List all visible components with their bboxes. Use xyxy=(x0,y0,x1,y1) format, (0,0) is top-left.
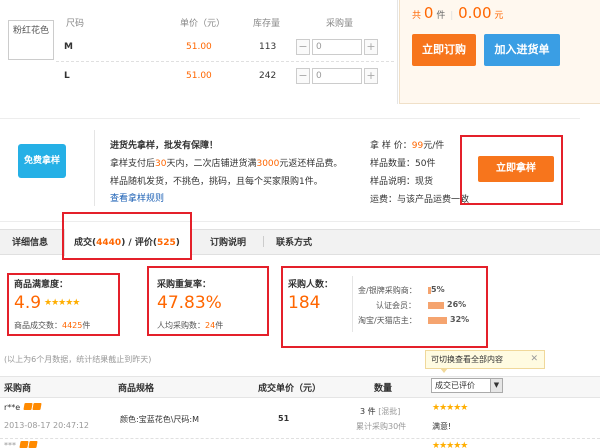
value: 50 xyxy=(415,159,427,169)
value: 与该产品运费一致 xyxy=(397,195,470,205)
stock-header: 库存量 xyxy=(253,19,281,29)
value: 99 xyxy=(411,141,424,151)
price-header: 单价（元） xyxy=(180,19,226,29)
deal-qty: 3 件 [混批] xyxy=(360,406,400,417)
tooltip-text: 可切换查看全部内容 xyxy=(431,355,503,364)
col-qty: 数量 xyxy=(374,384,393,394)
color-option[interactable]: 粉红花色 xyxy=(8,20,54,60)
diamond-icon xyxy=(23,403,33,410)
highlight-frame xyxy=(281,266,488,348)
purchase-time: 2013-08-17 20:47:12 xyxy=(4,421,89,430)
sample-rules-link[interactable]: 查看拿样规则 xyxy=(110,191,164,204)
close-icon[interactable]: ✕ xyxy=(530,351,538,368)
label: 拿 样 价： xyxy=(370,141,412,151)
size-value: L xyxy=(64,71,70,81)
summary-currency: 元 xyxy=(494,11,504,21)
days-value: 30 xyxy=(155,159,167,169)
divider xyxy=(94,130,95,206)
diamond-icon xyxy=(27,441,38,448)
add-to-cart-button[interactable]: 加入进货单 xyxy=(484,34,560,66)
diamond-icon xyxy=(18,441,29,448)
col-price: 成交单价（元） xyxy=(258,384,322,394)
buyer-name: r**e xyxy=(4,403,42,412)
highlight-frame xyxy=(62,212,192,260)
order-now-button[interactable]: 立即订购 xyxy=(412,34,476,66)
decrease-button[interactable]: − xyxy=(296,68,310,84)
summary-amount: 0.00 xyxy=(458,4,492,22)
text: 拿样支付后 xyxy=(110,159,156,169)
value: 现货 xyxy=(415,177,434,187)
quantity-input[interactable]: 0 xyxy=(312,39,362,55)
total-purchased: 累计采购30件 xyxy=(356,422,407,431)
rating-stars: ★★★★★ xyxy=(432,441,468,448)
size-value: M xyxy=(64,42,73,52)
sku-row: M 51.00 113 − 0 + xyxy=(56,34,394,62)
sample-shipping: 运费：与该产品运费一致 xyxy=(370,192,469,205)
quantity-stepper: − 0 + xyxy=(296,68,378,84)
sample-title: 进货先拿样，批发有保障！ xyxy=(110,141,219,151)
free-sample-badge: 免费拿样 xyxy=(18,144,66,178)
sku-row: L 51.00 242 − 0 + xyxy=(56,63,394,91)
filter-value: 成交已评价 xyxy=(435,381,475,390)
tab-details[interactable]: 详细信息 xyxy=(12,235,48,248)
review-filter-select[interactable]: 成交已评价 ▼ xyxy=(431,378,503,393)
increase-button[interactable]: + xyxy=(364,68,378,84)
spec-value: 颜色:宝蓝花色\尺码:M xyxy=(120,415,199,424)
highlight-frame xyxy=(147,266,269,336)
buyer-text: *** xyxy=(4,441,16,448)
increase-button[interactable]: + xyxy=(364,39,378,55)
deal-price: 51 xyxy=(278,414,290,423)
text: 元返还样品费。 xyxy=(279,159,343,169)
tab-contact[interactable]: 联系方式 xyxy=(276,235,312,248)
stock-value: 113 xyxy=(259,42,277,52)
buyer-name: *** xyxy=(4,441,38,448)
sample-rule-line: 样品随机发货，不挑色，挑码，且每个买家限购1件。 xyxy=(110,177,323,187)
sample-quantity: 样品数量：50件 xyxy=(370,156,435,169)
table-row xyxy=(0,399,600,439)
tooltip: 可切换查看全部内容 ✕ xyxy=(425,350,545,373)
data-range-note: (以上为6个月数据，统计结果截止到昨天) xyxy=(4,355,152,364)
buyer-text: r**e xyxy=(4,403,21,412)
summary-count: 0 xyxy=(423,4,434,22)
col-spec: 商品规格 xyxy=(118,384,155,394)
quantity-stepper: − 0 + xyxy=(296,39,378,55)
label: 样品说明： xyxy=(370,177,416,187)
sample-price: 拿 样 价：99元/件 xyxy=(370,138,444,151)
tab-divider xyxy=(263,236,264,247)
diamond-icon xyxy=(32,403,42,410)
sample-description: 样品说明：现货 xyxy=(370,174,433,187)
mixed-tag: [混批] xyxy=(378,407,401,416)
order-summary: 共 0 件 | 0.00 元 xyxy=(412,4,503,22)
quantity-input[interactable]: 0 xyxy=(312,68,362,84)
tab-order-info[interactable]: 订购说明 xyxy=(210,235,246,248)
summary-prefix: 共 xyxy=(412,11,422,21)
qty-header: 采购量 xyxy=(326,19,354,29)
stock-value: 242 xyxy=(259,71,277,81)
label: 样品数量： xyxy=(370,159,416,169)
highlight-frame xyxy=(7,273,120,336)
amount-value: 3000 xyxy=(256,159,280,169)
unit: 件 xyxy=(426,159,436,169)
size-header: 尺码 xyxy=(66,19,85,29)
highlight-frame xyxy=(460,135,563,205)
sample-rebate-line: 拿样支付后30天内，二次店铺进货满3000元返还样品费。 xyxy=(110,156,342,169)
tooltip-arrow xyxy=(440,368,448,373)
decrease-button[interactable]: − xyxy=(296,39,310,55)
chevron-down-icon: ▼ xyxy=(490,379,502,392)
rating-stars: ★★★★★ xyxy=(432,403,468,413)
qty-text: 3 件 xyxy=(360,407,376,416)
summary-divider: | xyxy=(450,11,454,21)
unit: 元/件 xyxy=(423,141,445,151)
review-text: 满意! xyxy=(432,422,452,431)
label: 运费： xyxy=(370,195,398,205)
summary-unit: 件 xyxy=(436,11,446,21)
price-value: 51.00 xyxy=(186,71,212,81)
col-buyer: 采购商 xyxy=(4,384,32,394)
price-value: 51.00 xyxy=(186,42,212,52)
text: 天内，二次店铺进货满 xyxy=(166,159,257,169)
